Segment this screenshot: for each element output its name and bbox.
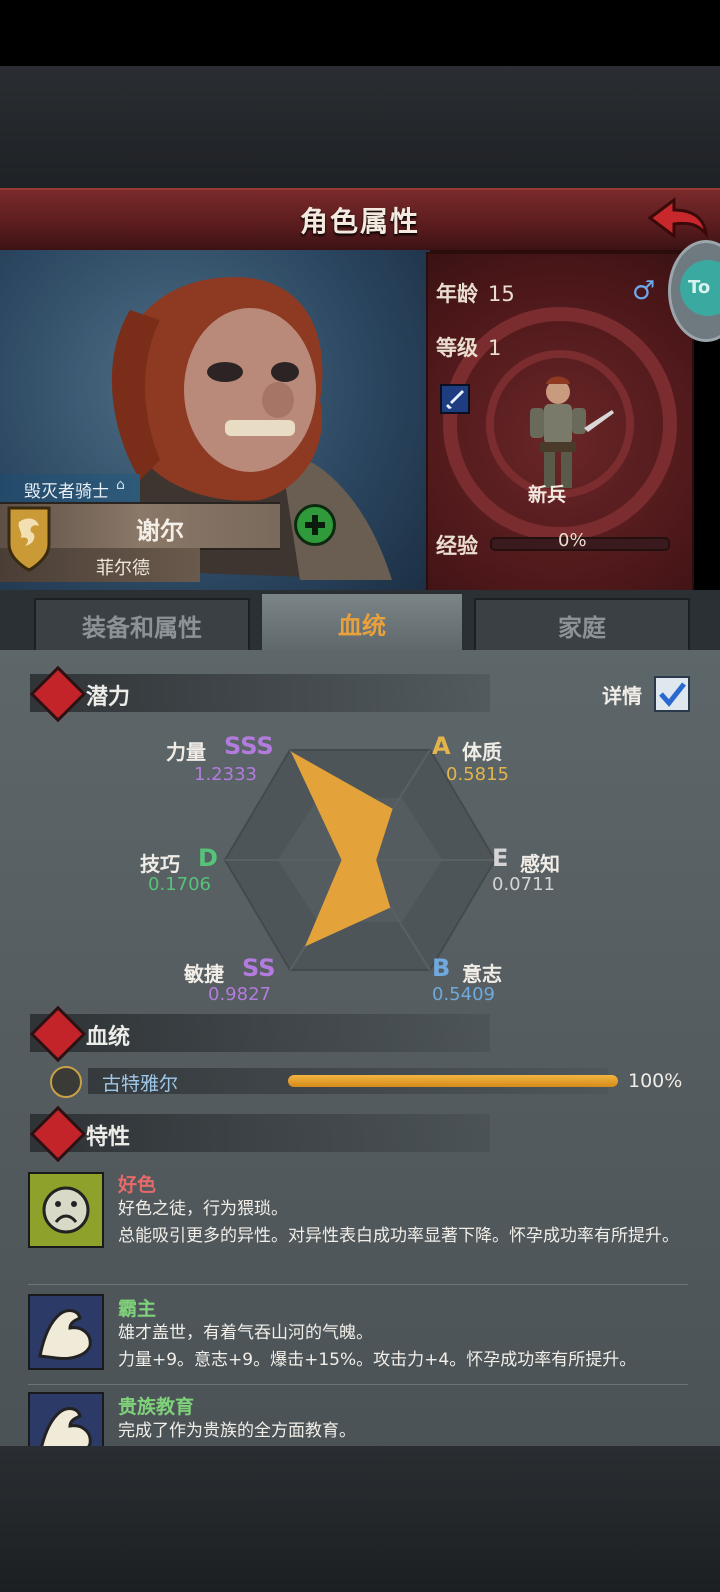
- tab-equipment-label: 装备和属性: [82, 613, 202, 642]
- trait-description: 完成了作为贵族的全方面教育。: [118, 1418, 688, 1445]
- house-name: 菲尔德: [96, 558, 150, 579]
- stat-grade-agility: SS: [242, 954, 276, 982]
- flexed-arm-icon: [28, 1392, 104, 1446]
- sad-face-icon: [28, 1172, 104, 1248]
- crest-shield-icon: [6, 504, 52, 574]
- trait-name: 好色: [118, 1174, 157, 1196]
- rank-plate: 毁灭者骑士 ⌂: [0, 474, 140, 502]
- trait-name: 霸主: [118, 1298, 157, 1320]
- stat-grade-skill: D: [198, 844, 218, 872]
- potential-title: 潜力: [86, 685, 131, 710]
- sword-class-icon[interactable]: [440, 384, 470, 414]
- tab-equipment[interactable]: 装备和属性: [34, 598, 250, 652]
- character-name: 谢尔: [136, 517, 184, 545]
- stat-grade-perception: E: [492, 844, 509, 872]
- title-bar: 角色属性: [0, 188, 720, 253]
- bottom-band: [0, 1446, 720, 1592]
- details-label: 详情: [602, 684, 642, 708]
- home-icon: ⌂: [116, 477, 125, 493]
- exp-label: 经验: [436, 534, 478, 558]
- bloodline-bar-track: [288, 1075, 618, 1087]
- trait-item[interactable]: 好色 好色之徒，行为猥琐。 总能吸引更多的异性。对异性表白成功率显著下降。怀孕成…: [28, 1168, 698, 1288]
- stat-name-agility: 敏捷: [184, 962, 224, 986]
- tab-bloodline[interactable]: 血统: [260, 592, 464, 654]
- stat-value-strength: 1.2333: [194, 764, 257, 785]
- tab-bloodline-label: 血统: [338, 611, 386, 640]
- stat-value-perception: 0.0711: [492, 874, 555, 895]
- checkmark-icon: [659, 682, 686, 707]
- bloodline-title: 血统: [86, 1025, 131, 1050]
- back-arrow-icon: [647, 197, 709, 239]
- stat-name-perception: 感知: [520, 852, 560, 876]
- rank-title: 毁灭者骑士: [24, 482, 109, 502]
- age-label: 年龄: [436, 282, 478, 306]
- stat-grade-constitution: A: [432, 732, 451, 760]
- level-value: 1: [488, 336, 502, 360]
- page-title: 角色属性: [299, 205, 420, 238]
- top-band: [0, 66, 720, 190]
- stat-value-constitution: 0.5815: [446, 764, 509, 785]
- trait-item[interactable]: 霸主 雄才盖世，有着气吞山河的气魄。 力量+9。意志+9。爆击+15%。攻击力+…: [28, 1292, 698, 1384]
- trait-description: 雄才盖世，有着气吞山河的气魄。 力量+9。意志+9。爆击+15%。攻击力+4。怀…: [118, 1320, 688, 1374]
- age-value: 15: [488, 282, 515, 306]
- trait-line: 好色之徒，行为猥琐。: [118, 1199, 288, 1219]
- stat-name-strength: 力量: [166, 740, 206, 764]
- details-checkbox[interactable]: [654, 676, 690, 712]
- male-icon: ♂: [632, 276, 656, 306]
- stat-grade-strength: SSS: [224, 732, 274, 760]
- trait-line: 雄才盖世，有着气吞山河的气魄。: [118, 1323, 373, 1343]
- trait-description: 好色之徒，行为猥琐。 总能吸引更多的异性。对异性表白成功率显著下降。怀孕成功率有…: [118, 1196, 688, 1250]
- stat-value-agility: 0.9827: [208, 984, 271, 1005]
- back-button[interactable]: [646, 194, 710, 242]
- tab-family[interactable]: 家庭: [474, 598, 690, 652]
- bloodline-bar-fill: [288, 1075, 618, 1087]
- flexed-arm-icon: [28, 1294, 104, 1370]
- bloodline-crest-icon: [50, 1066, 82, 1098]
- tab-family-label: 家庭: [558, 613, 606, 642]
- trait-line: 完成了作为贵族的全方面教育。: [118, 1421, 356, 1441]
- trait-name: 贵族教育: [118, 1396, 195, 1418]
- stat-name-willpower: 意志: [462, 962, 502, 986]
- age-row: 年龄 15: [436, 278, 515, 308]
- trait-item[interactable]: 贵族教育 完成了作为贵族的全方面教育。: [28, 1390, 698, 1446]
- trait-line: 力量+9。意志+9。爆击+15%。攻击力+4。怀孕成功率有所提升。: [118, 1350, 637, 1370]
- level-row: 等级 1: [436, 332, 501, 362]
- trait-line: 总能吸引更多的异性。对异性表白成功率显著下降。怀孕成功率有所提升。: [118, 1226, 679, 1246]
- bloodline-name: 古特雅尔: [102, 1073, 179, 1095]
- stat-value-willpower: 0.5409: [432, 984, 495, 1005]
- bloodline-percent: 100%: [628, 1070, 683, 1092]
- traits-title: 特性: [86, 1125, 131, 1150]
- stat-name-constitution: 体质: [462, 740, 502, 764]
- divider: [28, 1384, 688, 1385]
- class-name: 新兵: [528, 484, 567, 506]
- info-panel: 年龄 15 ♂ 等级 1 新兵 经验 0%: [426, 252, 694, 594]
- status-bar-area: [0, 0, 720, 66]
- add-button[interactable]: [294, 504, 336, 546]
- plus-icon: [305, 515, 325, 535]
- divider: [28, 1284, 688, 1285]
- stat-value-skill: 0.1706: [148, 874, 211, 895]
- exp-percent: 0%: [558, 530, 587, 551]
- level-label: 等级: [436, 336, 478, 360]
- stat-grade-willpower: B: [432, 954, 451, 982]
- stat-name-skill: 技巧: [140, 852, 180, 876]
